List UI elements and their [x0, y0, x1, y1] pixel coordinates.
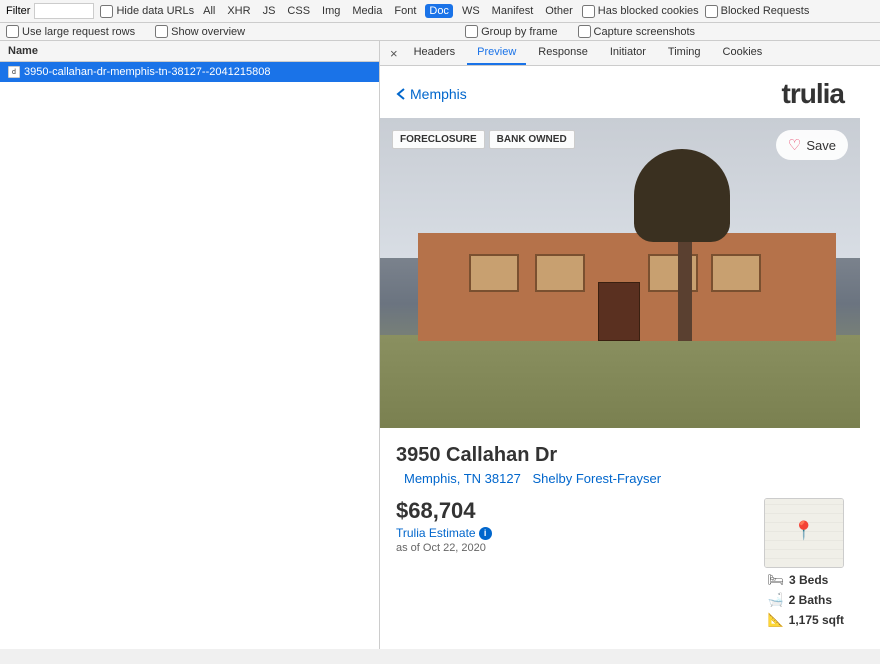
- filter-img-btn[interactable]: Img: [319, 4, 343, 18]
- blocked-requests-label[interactable]: Blocked Requests: [705, 5, 810, 18]
- preview-content: Memphis trulia: [380, 66, 880, 649]
- trulia-page: Memphis trulia: [380, 66, 860, 644]
- property-price: $68,704: [396, 498, 756, 524]
- right-details: 📍 🛏 3 Beds 🛁 2 Baths: [764, 498, 844, 628]
- filter-area: Filter: [6, 3, 94, 19]
- filter-label: Filter: [6, 5, 30, 17]
- save-button[interactable]: ♡ Save: [776, 130, 848, 160]
- beds-item: 🛏 3 Beds: [767, 572, 844, 588]
- filter-other-btn[interactable]: Other: [542, 4, 576, 18]
- network-item[interactable]: d 3950-callahan-dr-memphis-tn-38127--204…: [0, 62, 379, 82]
- tab-timing[interactable]: Timing: [658, 41, 711, 65]
- sqft-item: 📐 1,175 sqft: [767, 612, 844, 628]
- trulia-back-btn[interactable]: Memphis: [396, 86, 467, 102]
- filter-media-btn[interactable]: Media: [349, 4, 385, 18]
- info-icon: i: [479, 527, 492, 540]
- toolbar-row2: Use large request rows Show overview Gro…: [0, 23, 880, 41]
- filter-manifest-btn[interactable]: Manifest: [489, 4, 537, 18]
- capture-screenshots-label[interactable]: Capture screenshots: [578, 25, 696, 38]
- hide-data-urls-label[interactable]: Hide data URLs: [100, 5, 194, 18]
- filter-css-btn[interactable]: CSS: [284, 4, 313, 18]
- group-by-frame-label[interactable]: Group by frame: [465, 25, 557, 38]
- filter-xhr-btn[interactable]: XHR: [224, 4, 253, 18]
- sqft-icon: 📐: [767, 612, 783, 628]
- hide-data-urls-checkbox[interactable]: [100, 5, 113, 18]
- property-details: 3950 Callahan Dr Memphis, TN 38127 Shelb…: [380, 428, 860, 644]
- neighborhood-link[interactable]: Shelby Forest-Frayser: [532, 471, 661, 486]
- property-address: 3950 Callahan Dr: [396, 444, 844, 467]
- has-blocked-cookies-label[interactable]: Has blocked cookies: [582, 5, 699, 18]
- trulia-nav: Memphis trulia: [380, 66, 860, 118]
- baths-item: 🛁 2 Baths: [767, 592, 844, 608]
- tabs-bar: × Headers Preview Response Initiator Tim…: [380, 41, 880, 66]
- tab-response[interactable]: Response: [528, 41, 598, 65]
- details-grid: $68,704 Trulia Estimate i as of Oct 22, …: [396, 498, 844, 628]
- doc-icon: d: [8, 66, 20, 78]
- toolbar-row1: Filter Hide data URLs All XHR JS CSS Img…: [0, 0, 880, 23]
- chevron-left-icon: [396, 87, 406, 101]
- tab-cookies[interactable]: Cookies: [713, 41, 773, 65]
- has-blocked-cookies-checkbox[interactable]: [582, 5, 595, 18]
- large-rows-label[interactable]: Use large request rows: [6, 25, 135, 38]
- show-overview-checkbox[interactable]: [155, 25, 168, 38]
- ground: [380, 335, 860, 428]
- panel-header: Name: [0, 41, 379, 62]
- group-by-frame-checkbox[interactable]: [465, 25, 478, 38]
- capture-screenshots-checkbox[interactable]: [578, 25, 591, 38]
- tree-trunk: [678, 233, 692, 342]
- tab-headers[interactable]: Headers: [404, 41, 466, 65]
- tab-initiator[interactable]: Initiator: [600, 41, 656, 65]
- bed-icon: 🛏: [767, 572, 784, 588]
- large-rows-checkbox[interactable]: [6, 25, 19, 38]
- property-image: FORECLOSURE BANK OWNED ♡ Save: [380, 118, 860, 428]
- blocked-requests-checkbox[interactable]: [705, 5, 718, 18]
- house-window-2: [535, 254, 585, 292]
- show-overview-label[interactable]: Show overview: [155, 25, 245, 38]
- house-window-4: [711, 254, 761, 292]
- filter-input[interactable]: [34, 3, 94, 19]
- network-item-name: 3950-callahan-dr-memphis-tn-38127--20412…: [24, 66, 270, 78]
- house-body: [418, 233, 836, 342]
- filter-ws-btn[interactable]: WS: [459, 4, 483, 18]
- property-city-row: Memphis, TN 38127 Shelby Forest-Frayser: [396, 471, 844, 486]
- heart-icon: ♡: [788, 136, 801, 154]
- filter-all-btn[interactable]: All: [200, 4, 218, 18]
- badge-bank-owned: BANK OWNED: [489, 130, 575, 149]
- badge-foreclosure: FORECLOSURE: [392, 130, 485, 149]
- trulia-logo: trulia: [782, 78, 844, 110]
- map-pin-icon: 📍: [793, 520, 815, 541]
- filter-doc-btn[interactable]: Doc: [425, 4, 453, 18]
- estimate-date: as of Oct 22, 2020: [396, 542, 756, 554]
- right-panel: × Headers Preview Response Initiator Tim…: [380, 41, 880, 649]
- trulia-estimate-link[interactable]: Trulia Estimate i: [396, 526, 756, 540]
- tree-top: [634, 149, 730, 242]
- tab-preview[interactable]: Preview: [467, 41, 526, 65]
- house-window-1: [469, 254, 519, 292]
- close-detail-btn[interactable]: ×: [386, 43, 402, 64]
- house-door: [598, 282, 640, 342]
- property-image-bg: [380, 118, 860, 428]
- map-thumbnail[interactable]: 📍: [764, 498, 844, 568]
- filter-font-btn[interactable]: Font: [391, 4, 419, 18]
- property-badges: FORECLOSURE BANK OWNED: [392, 130, 575, 149]
- left-panel: Name d 3950-callahan-dr-memphis-tn-38127…: [0, 41, 380, 649]
- left-details: $68,704 Trulia Estimate i as of Oct 22, …: [396, 498, 756, 554]
- filter-js-btn[interactable]: JS: [260, 4, 279, 18]
- house-scene: [380, 118, 860, 428]
- main-layout: Name d 3950-callahan-dr-memphis-tn-38127…: [0, 41, 880, 649]
- bed-bath-row: 🛏 3 Beds 🛁 2 Baths 📐 1,175 sqft: [767, 572, 844, 628]
- bath-icon: 🛁: [767, 592, 783, 608]
